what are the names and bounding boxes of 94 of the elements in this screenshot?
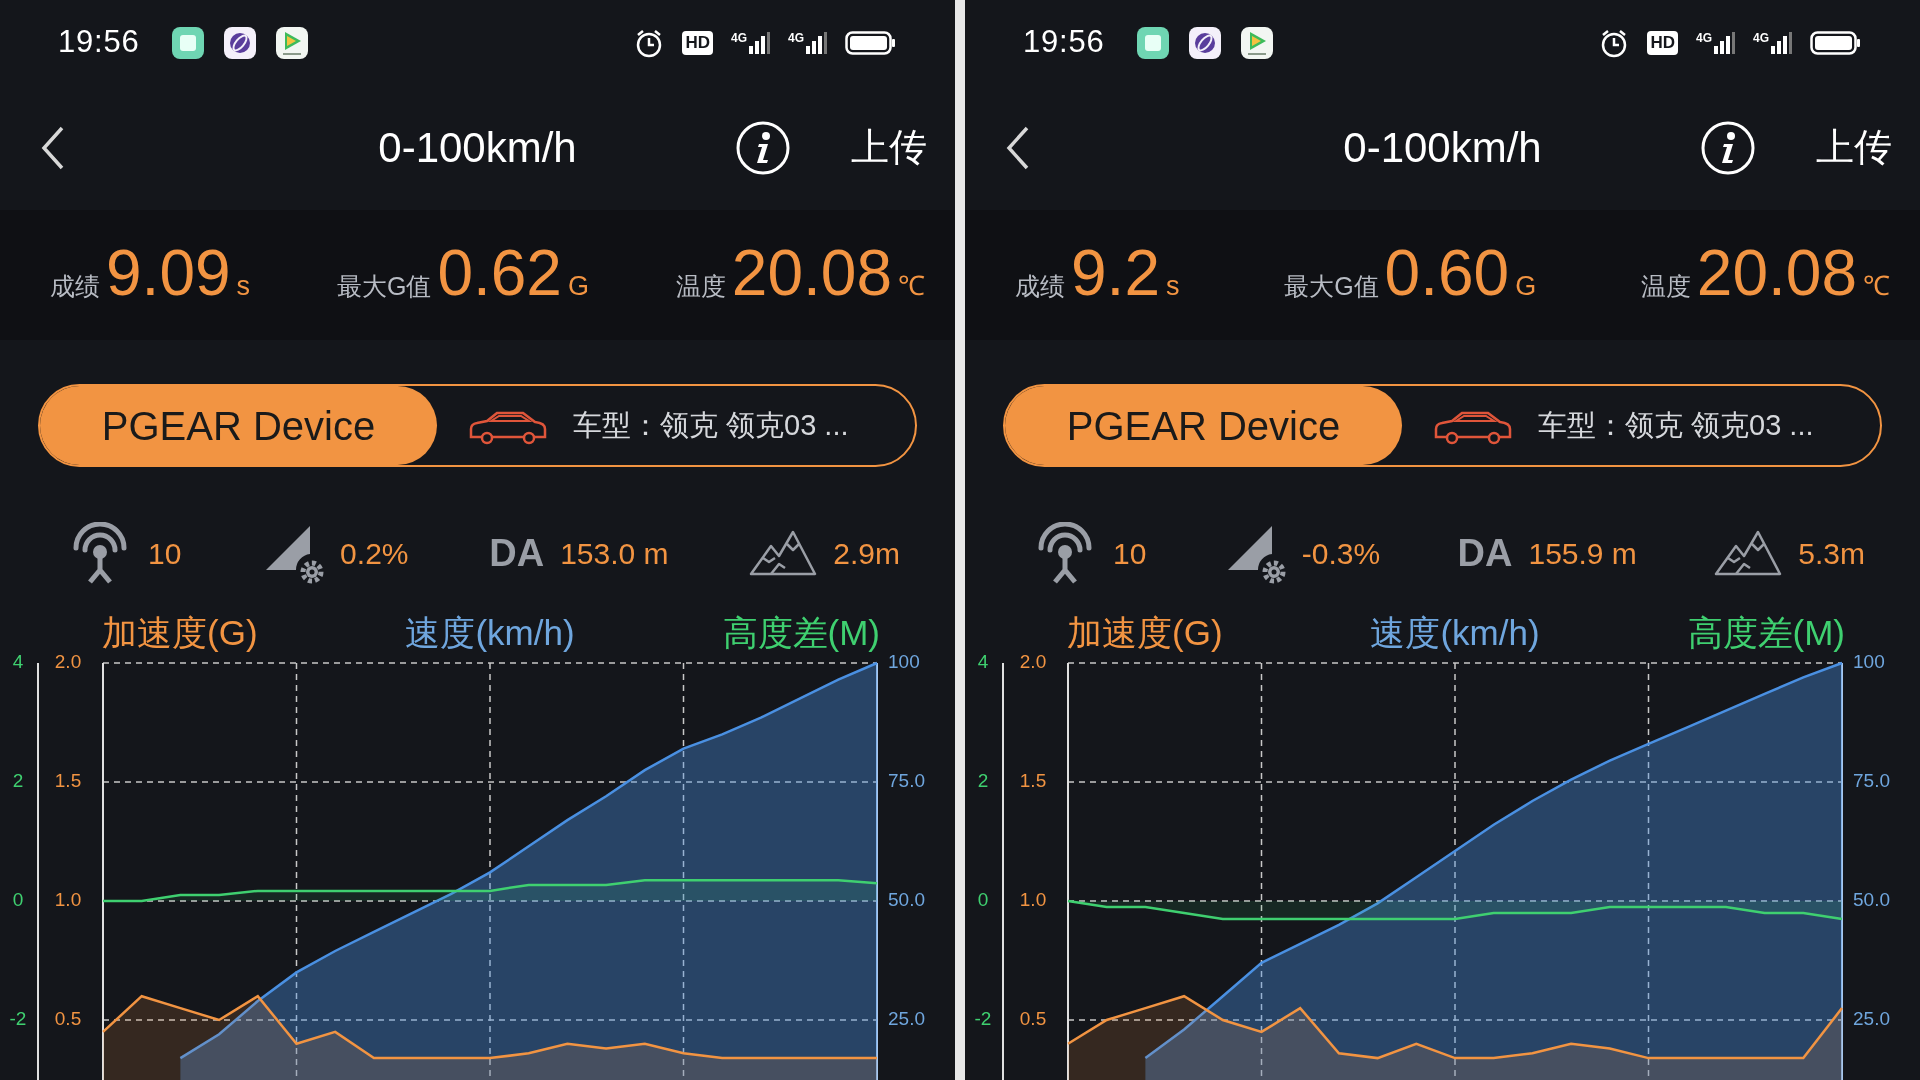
axis-tick-label: 0 xyxy=(12,889,24,910)
app-icon xyxy=(1136,25,1171,60)
upload-button[interactable]: 上传 xyxy=(1816,119,1892,176)
battery-icon xyxy=(845,30,895,55)
metric-value: 155.9 m xyxy=(1528,535,1637,572)
axis-tick-label: -2 xyxy=(974,1008,992,1029)
network-label: 4G xyxy=(1695,31,1712,44)
axis-tick-label: 1.5 xyxy=(1019,770,1047,791)
upload-button[interactable]: 上传 xyxy=(851,119,927,176)
metric-value: 10 xyxy=(1113,535,1147,572)
axis-tick-label: 1.0 xyxy=(1019,889,1047,910)
page-title: 0-100km/h xyxy=(1343,123,1542,173)
legend-label: 速度(km/h) xyxy=(1370,611,1540,654)
legend-label: 高度差(M) xyxy=(722,611,880,654)
battery-icon xyxy=(1810,30,1860,55)
axis-tick-label: 2 xyxy=(12,770,24,791)
axis-tick-label: 0.5 xyxy=(54,1008,82,1029)
info-icon xyxy=(735,119,791,176)
status-time: 19:56 xyxy=(58,23,140,62)
signal-icon xyxy=(749,31,770,54)
stat-unit: G xyxy=(1515,269,1537,303)
info-button[interactable] xyxy=(735,119,791,176)
stat-label: 最大G值 xyxy=(336,270,432,302)
back-icon xyxy=(40,125,66,170)
metric-value: 153.0 m xyxy=(560,535,669,572)
axis-tick-label: 1.5 xyxy=(54,770,82,791)
da-label: DA xyxy=(1457,530,1513,576)
info-icon xyxy=(1700,119,1756,176)
axis-tick-label: 50.0 xyxy=(1853,889,1890,910)
device-name-label: PGEAR Device xyxy=(1005,386,1402,465)
app-icon xyxy=(1240,25,1275,60)
stat-label: 成绩 xyxy=(50,270,100,302)
axis-tick-label: 25.0 xyxy=(888,1008,925,1029)
axis-tick-label: 75.0 xyxy=(888,770,925,791)
stat-unit: G xyxy=(567,269,589,303)
status-time: 19:56 xyxy=(1023,23,1105,62)
app-icon xyxy=(171,25,206,60)
axis-tick-label: 75.0 xyxy=(1853,770,1890,791)
axis-tick-label: 100 xyxy=(1853,651,1885,672)
axis-tick-label: -2 xyxy=(9,1008,27,1029)
axis-tick-label: 4 xyxy=(977,651,989,672)
stat-label: 最大G值 xyxy=(1284,270,1379,302)
signal-icon xyxy=(1771,31,1792,54)
network-label: 4G xyxy=(1753,31,1769,44)
stat-value: 0.62 xyxy=(437,240,562,305)
stat-label: 温度 xyxy=(1640,270,1691,302)
axis-tick-label: 50.0 xyxy=(888,889,925,910)
app-icon xyxy=(1188,25,1223,60)
stat-unit: s xyxy=(1165,269,1180,303)
stat-unit: ℃ xyxy=(898,269,925,303)
axis-tick-label: 2 xyxy=(977,770,989,791)
stat-unit: ℃ xyxy=(1863,269,1890,303)
car-model-label: 车型：领克 领克03 ... xyxy=(573,407,849,443)
info-button[interactable] xyxy=(1700,119,1756,176)
axis-tick-label: 25.0 xyxy=(1853,1008,1890,1029)
stat-value: 20.08 xyxy=(731,240,892,305)
signal-icon xyxy=(1714,31,1735,54)
axis-tick-label: 100 xyxy=(888,651,920,672)
legend-label: 加速度(G) xyxy=(102,611,258,654)
hd-indicator: HD xyxy=(1647,30,1678,55)
mountain-icon xyxy=(1714,528,1783,578)
axis-tick-label: 2.0 xyxy=(1019,651,1047,672)
metric-value: -0.3% xyxy=(1301,535,1381,572)
app-icon xyxy=(223,25,258,60)
legend-label: 高度差(M) xyxy=(1687,611,1845,654)
metric-value: 10 xyxy=(148,535,182,572)
metric-value: 0.2% xyxy=(340,535,409,572)
axis-tick-label: 4 xyxy=(12,651,24,672)
network-label: 4G xyxy=(730,31,747,44)
stat-value: 9.09 xyxy=(106,240,231,305)
axis-tick-label: 1.0 xyxy=(54,889,82,910)
mountain-icon xyxy=(749,528,818,578)
axis-tick-label: 2.0 xyxy=(54,651,82,672)
legend-label: 速度(km/h) xyxy=(405,611,575,654)
device-name-label: PGEAR Device xyxy=(40,386,437,465)
stat-unit: s xyxy=(236,269,251,303)
da-label: DA xyxy=(489,530,545,576)
stat-value: 0.60 xyxy=(1384,240,1510,305)
axis-tick-label: 0.5 xyxy=(1019,1008,1047,1029)
back-icon xyxy=(1005,125,1031,170)
metric-value: 2.9m xyxy=(833,535,900,572)
stat-label: 温度 xyxy=(675,270,726,302)
car-model-label: 车型：领克 领克03 ... xyxy=(1538,407,1814,443)
stat-value: 20.08 xyxy=(1696,240,1857,305)
signal-icon xyxy=(806,31,827,54)
legend-label: 加速度(G) xyxy=(1067,611,1223,654)
page-title: 0-100km/h xyxy=(378,123,577,173)
stat-value: 9.2 xyxy=(1071,240,1160,305)
axis-tick-label: 0 xyxy=(977,889,989,910)
hd-indicator: HD xyxy=(682,30,713,55)
network-label: 4G xyxy=(788,31,804,44)
metric-value: 5.3m xyxy=(1798,535,1865,572)
app-icon xyxy=(275,25,310,60)
stat-label: 成绩 xyxy=(1015,270,1065,302)
